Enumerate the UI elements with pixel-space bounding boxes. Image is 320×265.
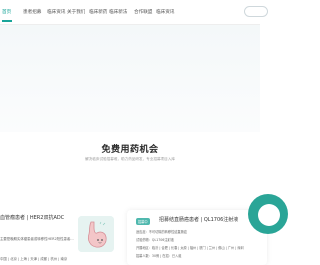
trial-locations: 开展地区：临沂 | 合肥 | 长春 | 太原 | 福州 | 厦门 | 兰州 | …	[136, 246, 244, 250]
nav-item-clinical-info[interactable]: 临床资讯	[156, 9, 174, 15]
hero-banner	[0, 25, 260, 132]
trial-enrollment: 招募人数：30例 | 在招：已入组	[136, 254, 182, 258]
nav-item-patient-recruitment[interactable]: 患者招募	[23, 9, 41, 15]
trial-card-illustration	[78, 216, 114, 252]
nav-item-clinical-news[interactable]: 临床资讯	[47, 9, 65, 15]
nav-item-clinical-methods[interactable]: 临床新法	[109, 9, 127, 15]
active-tab-indicator	[2, 20, 12, 22]
status-badge: 招募中	[136, 218, 150, 225]
trial-drug: 试验药物：QL1706注射液	[136, 238, 174, 242]
trial-card-description: 主要是晚期实体瘤患者或转移性HER2阳性患者…	[0, 237, 74, 241]
stomach-illustration-icon	[78, 216, 114, 252]
section-title: 免费用药机会	[101, 145, 159, 155]
trial-indication: 适应症：不可切除的转移性结直肠癌	[136, 230, 187, 234]
trial-card-title[interactable]: 血管瘤患者 | HER2双抗ADC	[0, 214, 64, 221]
trial-card-featured[interactable]: 招募中 招募结直肠癌患者 | QL1706注射液 适应症：不可切除的转移性结直肠…	[127, 210, 267, 265]
top-navigation: 首页 患者招募 临床资讯 关于我们 临床新药 临床新法 合作联盟 临床资讯	[0, 0, 268, 25]
trial-card-title[interactable]: 招募结直肠癌患者 | QL1706注射液	[159, 216, 238, 223]
section-subtitle: 解决临床试验招募难，助力药品研发，专业招募项目入库	[85, 157, 175, 161]
nav-item-clinical-drugs[interactable]: 临床新药	[89, 9, 107, 15]
trial-card[interactable]: 血管瘤患者 | HER2双抗ADC 主要是晚期实体瘤患者或转移性HER2阳性患者…	[0, 210, 124, 265]
login-button[interactable]	[244, 6, 268, 17]
floating-decoration-inner	[258, 204, 280, 226]
nav-item-home[interactable]: 首页	[2, 9, 11, 15]
nav-item-partners[interactable]: 合作联盟	[134, 9, 152, 15]
nav-item-about-us[interactable]: 关于我们	[67, 9, 85, 15]
